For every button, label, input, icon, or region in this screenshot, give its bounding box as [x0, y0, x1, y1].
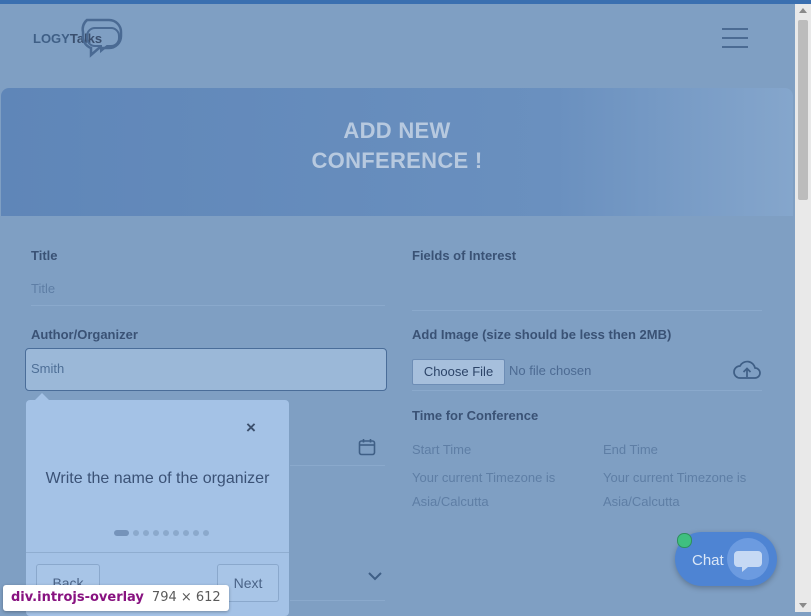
page-overlay: LOGYTalks ADD NEW CONFERENCE ! Title Tit… [0, 4, 795, 616]
inspector-selector: div.introjs-overlay [11, 590, 144, 605]
cloud-upload-icon[interactable] [733, 359, 761, 383]
online-status-dot [677, 533, 692, 548]
step-dot[interactable] [163, 530, 169, 536]
step-dot-active[interactable] [114, 530, 129, 536]
close-icon[interactable]: × [246, 418, 256, 438]
add-image-label: Add Image (size should be less then 2MB) [412, 327, 672, 342]
inspector-badge: div.introjs-overlay 794 × 612 [3, 585, 229, 611]
date-input-underline [290, 465, 385, 466]
chevron-down-icon[interactable] [367, 570, 383, 582]
calendar-icon[interactable] [358, 438, 376, 456]
step-dot[interactable] [173, 530, 179, 536]
scroll-down-arrow-icon[interactable] [799, 603, 807, 608]
inspector-dimensions: 794 × 612 [151, 590, 221, 605]
chat-label: Chat [692, 552, 724, 569]
step-dot[interactable] [153, 530, 159, 536]
step-indicator [114, 530, 213, 536]
logo-text-logy: LOGY [33, 31, 70, 46]
tooltip-divider [26, 552, 289, 553]
title-label: Title [31, 248, 58, 263]
time-label: Time for Conference [412, 408, 539, 423]
chat-bubbles-icon [81, 18, 123, 58]
author-input-value: Smith [31, 361, 65, 376]
menu-icon-line [722, 46, 748, 48]
intro-tooltip: × Write the name of the organizer Back N… [26, 400, 289, 616]
title-input-underline [31, 305, 385, 306]
menu-toggle-button[interactable] [722, 28, 748, 48]
step-dot[interactable] [133, 530, 139, 536]
menu-icon-line [722, 37, 748, 39]
end-timezone-note: Your current Timezone is Asia/Calcutta [603, 470, 747, 509]
tooltip-message: Write the name of the organizer [45, 470, 270, 487]
page-title: ADD NEW CONFERENCE ! [311, 118, 483, 173]
image-input-underline [412, 390, 762, 391]
step-dot[interactable] [143, 530, 149, 536]
fields-of-interest-label: Fields of Interest [412, 248, 517, 263]
step-dot[interactable] [193, 530, 199, 536]
speech-bubble-icon [734, 551, 762, 572]
select-underline [290, 600, 385, 601]
step-dot[interactable] [183, 530, 189, 536]
fields-of-interest-input[interactable] [412, 310, 762, 311]
start-time-input[interactable]: Start Time [412, 442, 471, 457]
author-label: Author/Organizer [31, 327, 138, 342]
chat-bubble-icon [727, 538, 769, 580]
menu-icon-line [722, 28, 748, 30]
vertical-scrollbar[interactable] [795, 4, 811, 612]
scrollbar-thumb[interactable] [798, 20, 808, 200]
start-timezone-note: Your current Timezone is Asia/Calcutta [412, 470, 556, 509]
logy-talks-logo[interactable]: LOGYTalks [33, 16, 128, 64]
author-input[interactable]: Smith [25, 348, 387, 391]
choose-file-button[interactable]: Choose File [412, 359, 505, 385]
hero-banner: ADD NEW CONFERENCE ! [1, 88, 793, 216]
title-input[interactable]: Title [31, 281, 55, 296]
file-status-text: No file chosen [509, 363, 592, 378]
step-dot[interactable] [203, 530, 209, 536]
end-time-input[interactable]: End Time [603, 442, 658, 457]
scroll-up-arrow-icon[interactable] [799, 8, 807, 13]
